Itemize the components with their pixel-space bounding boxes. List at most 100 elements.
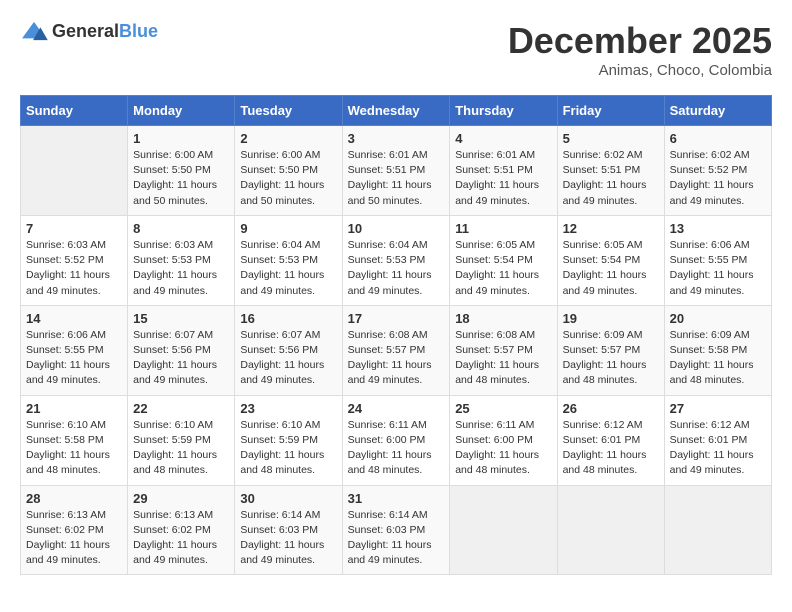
day-info: Sunrise: 6:12 AMSunset: 6:01 PMDaylight:… [563,418,659,479]
sunset-text: Sunset: 5:58 PM [26,434,104,446]
sunset-text: Sunset: 6:03 PM [240,524,318,536]
sunrise-text: Sunrise: 6:00 AM [133,149,213,161]
daylight-text: Daylight: 11 hoursand 49 minutes. [455,179,539,206]
day-cell: 21Sunrise: 6:10 AMSunset: 5:58 PMDayligh… [21,395,128,485]
header-friday: Friday [557,96,664,126]
day-info: Sunrise: 6:06 AMSunset: 5:55 PMDaylight:… [670,238,766,299]
logo-blue: Blue [119,21,158,42]
day-info: Sunrise: 6:14 AMSunset: 6:03 PMDaylight:… [348,508,445,569]
day-info: Sunrise: 6:13 AMSunset: 6:02 PMDaylight:… [133,508,229,569]
daylight-text: Daylight: 11 hoursand 48 minutes. [240,449,324,476]
day-number: 22 [133,401,229,416]
day-info: Sunrise: 6:07 AMSunset: 5:56 PMDaylight:… [133,328,229,389]
header: General Blue December 2025 Animas, Choco… [20,20,772,79]
month-title: December 2025 [508,20,772,62]
sunset-text: Sunset: 5:55 PM [670,254,748,266]
day-info: Sunrise: 6:03 AMSunset: 5:52 PMDaylight:… [26,238,122,299]
sunrise-text: Sunrise: 6:09 AM [563,329,643,341]
day-info: Sunrise: 6:12 AMSunset: 6:01 PMDaylight:… [670,418,766,479]
daylight-text: Daylight: 11 hoursand 49 minutes. [563,179,647,206]
logo-icon [20,20,48,42]
day-number: 19 [563,311,659,326]
sunset-text: Sunset: 5:51 PM [563,164,641,176]
day-info: Sunrise: 6:00 AMSunset: 5:50 PMDaylight:… [133,148,229,209]
day-number: 9 [240,221,336,236]
daylight-text: Daylight: 11 hoursand 49 minutes. [670,269,754,296]
header-sunday: Sunday [21,96,128,126]
sunrise-text: Sunrise: 6:02 AM [563,149,643,161]
sunset-text: Sunset: 5:53 PM [133,254,211,266]
day-cell: 11Sunrise: 6:05 AMSunset: 5:54 PMDayligh… [450,215,557,305]
sunset-text: Sunset: 5:54 PM [455,254,533,266]
day-info: Sunrise: 6:00 AMSunset: 5:50 PMDaylight:… [240,148,336,209]
daylight-text: Daylight: 11 hoursand 49 minutes. [133,269,217,296]
day-info: Sunrise: 6:11 AMSunset: 6:00 PMDaylight:… [455,418,551,479]
sunset-text: Sunset: 6:02 PM [26,524,104,536]
daylight-text: Daylight: 11 hoursand 49 minutes. [240,359,324,386]
sunrise-text: Sunrise: 6:10 AM [133,419,213,431]
day-number: 31 [348,491,445,506]
daylight-text: Daylight: 11 hoursand 48 minutes. [563,359,647,386]
day-info: Sunrise: 6:10 AMSunset: 5:59 PMDaylight:… [133,418,229,479]
day-info: Sunrise: 6:03 AMSunset: 5:53 PMDaylight:… [133,238,229,299]
daylight-text: Daylight: 11 hoursand 48 minutes. [133,449,217,476]
sunrise-text: Sunrise: 6:11 AM [348,419,427,431]
title-area: December 2025 Animas, Choco, Colombia [508,20,772,79]
sunset-text: Sunset: 6:00 PM [455,434,533,446]
day-cell: 19Sunrise: 6:09 AMSunset: 5:57 PMDayligh… [557,305,664,395]
sunrise-text: Sunrise: 6:12 AM [563,419,643,431]
sunset-text: Sunset: 5:59 PM [240,434,318,446]
day-cell: 22 Sunrise: 6:10 AMSunset: 5:59 PMDayligh… [128,395,235,485]
day-info: Sunrise: 6:09 AMSunset: 5:58 PMDaylight:… [670,328,766,389]
sunrise-text: Sunrise: 6:03 AM [26,239,106,251]
day-cell: 26 Sunrise: 6:12 AMSunset: 6:01 PMDayligh… [557,395,664,485]
day-number: 26 [563,401,659,416]
day-cell: 15Sunrise: 6:07 AMSunset: 5:56 PMDayligh… [128,305,235,395]
day-number: 30 [240,491,336,506]
daylight-text: Daylight: 11 hoursand 48 minutes. [670,359,754,386]
header-tuesday: Tuesday [235,96,342,126]
day-number: 1 [133,131,229,146]
sunrise-text: Sunrise: 6:12 AM [670,419,750,431]
day-info: Sunrise: 6:06 AMSunset: 5:55 PMDaylight:… [26,328,122,389]
sunset-text: Sunset: 5:52 PM [26,254,104,266]
sunset-text: Sunset: 5:53 PM [348,254,426,266]
logo: General Blue [20,20,158,42]
day-cell: 4Sunrise: 6:01 AMSunset: 5:51 PMDaylight… [450,126,557,216]
sunset-text: Sunset: 5:52 PM [670,164,748,176]
sunset-text: Sunset: 6:02 PM [133,524,211,536]
day-cell: 10Sunrise: 6:04 AMSunset: 5:53 PMDayligh… [342,215,450,305]
daylight-text: Daylight: 11 hoursand 48 minutes. [455,359,539,386]
sunrise-text: Sunrise: 6:02 AM [670,149,750,161]
daylight-text: Daylight: 11 hoursand 49 minutes. [670,449,754,476]
daylight-text: Daylight: 11 hoursand 49 minutes. [563,269,647,296]
day-number: 13 [670,221,766,236]
daylight-text: Daylight: 11 hoursand 48 minutes. [563,449,647,476]
sunset-text: Sunset: 5:50 PM [240,164,318,176]
day-number: 8 [133,221,229,236]
sunset-text: Sunset: 5:57 PM [455,344,533,356]
day-cell: 30 Sunrise: 6:14 AMSunset: 6:03 PMDayligh… [235,485,342,575]
day-info: Sunrise: 6:05 AMSunset: 5:54 PMDaylight:… [563,238,659,299]
day-cell: 23Sunrise: 6:10 AMSunset: 5:59 PMDayligh… [235,395,342,485]
daylight-text: Daylight: 11 hoursand 49 minutes. [670,179,754,206]
day-cell: 16Sunrise: 6:07 AMSunset: 5:56 PMDayligh… [235,305,342,395]
week-row-5: 28Sunrise: 6:13 AMSunset: 6:02 PMDayligh… [21,485,772,575]
sunrise-text: Sunrise: 6:13 AM [133,509,213,521]
sunrise-text: Sunrise: 6:07 AM [240,329,320,341]
day-info: Sunrise: 6:10 AMSunset: 5:59 PMDaylight:… [240,418,336,479]
day-number: 11 [455,221,551,236]
day-info: Sunrise: 6:14 AMSunset: 6:03 PMDaylight:… [240,508,336,569]
sunrise-text: Sunrise: 6:06 AM [26,329,106,341]
week-row-3: 14 Sunrise: 6:06 AMSunset: 5:55 PMDayligh… [21,305,772,395]
day-info: Sunrise: 6:02 AM Sunset: 5:52 PM Daylight:… [670,148,766,209]
day-cell: 7Sunrise: 6:03 AMSunset: 5:52 PMDaylight… [21,215,128,305]
daylight-text: Daylight: 11 hoursand 50 minutes. [348,179,432,206]
day-number: 14 [26,311,122,326]
day-cell: 9Sunrise: 6:04 AMSunset: 5:53 PMDaylight… [235,215,342,305]
day-number: 7 [26,221,122,236]
day-info: Sunrise: 6:02 AM Sunset: 5:51 PM Daylight:… [563,148,659,209]
day-number: 10 [348,221,445,236]
sunset-text: Sunset: 6:03 PM [348,524,426,536]
sunrise-text: Sunrise: 6:07 AM [133,329,213,341]
